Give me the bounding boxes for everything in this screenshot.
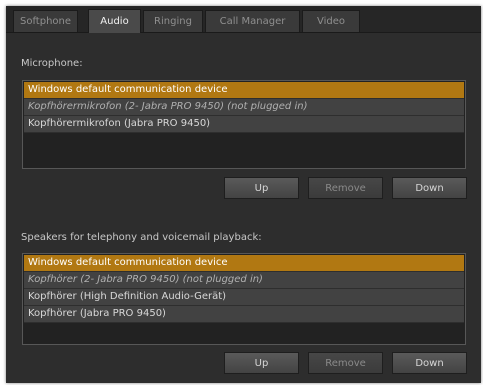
tab-softphone[interactable]: Softphone bbox=[13, 10, 78, 32]
settings-panel: Softphone Audio Ringing Call Manager Vid… bbox=[6, 6, 481, 383]
tab-video[interactable]: Video bbox=[302, 10, 360, 32]
microphone-down-button[interactable]: Down bbox=[392, 177, 467, 199]
tab-ringing[interactable]: Ringing bbox=[143, 10, 203, 32]
list-item[interactable]: Windows default communication device bbox=[24, 82, 464, 99]
list-item[interactable]: Kopfhörer (Jabra PRO 9450) bbox=[24, 306, 464, 323]
list-item[interactable]: Kopfhörermikrofon (Jabra PRO 9450) bbox=[24, 116, 464, 133]
list-item[interactable]: Kopfhörer (2- Jabra PRO 9450) (not plugg… bbox=[24, 272, 464, 289]
tab-bar: Softphone Audio Ringing Call Manager Vid… bbox=[6, 6, 481, 33]
microphone-label: Microphone: bbox=[21, 58, 83, 69]
speakers-label: Speakers for telephony and voicemail pla… bbox=[21, 232, 262, 243]
tab-call-manager[interactable]: Call Manager bbox=[205, 10, 300, 32]
microphone-up-button[interactable]: Up bbox=[224, 177, 299, 199]
tab-audio[interactable]: Audio bbox=[88, 9, 141, 33]
microphone-remove-button[interactable]: Remove bbox=[308, 177, 383, 199]
speakers-list[interactable]: Windows default communication device Kop… bbox=[22, 253, 466, 345]
list-item[interactable]: Windows default communication device bbox=[24, 255, 464, 272]
speakers-up-button[interactable]: Up bbox=[224, 352, 299, 374]
speakers-down-button[interactable]: Down bbox=[392, 352, 467, 374]
microphone-list[interactable]: Windows default communication device Kop… bbox=[22, 80, 466, 169]
list-item[interactable]: Kopfhörer (High Definition Audio-Gerät) bbox=[24, 289, 464, 306]
speakers-remove-button[interactable]: Remove bbox=[308, 352, 383, 374]
list-item[interactable]: Kopfhörermikrofon (2- Jabra PRO 9450) (n… bbox=[24, 99, 464, 116]
